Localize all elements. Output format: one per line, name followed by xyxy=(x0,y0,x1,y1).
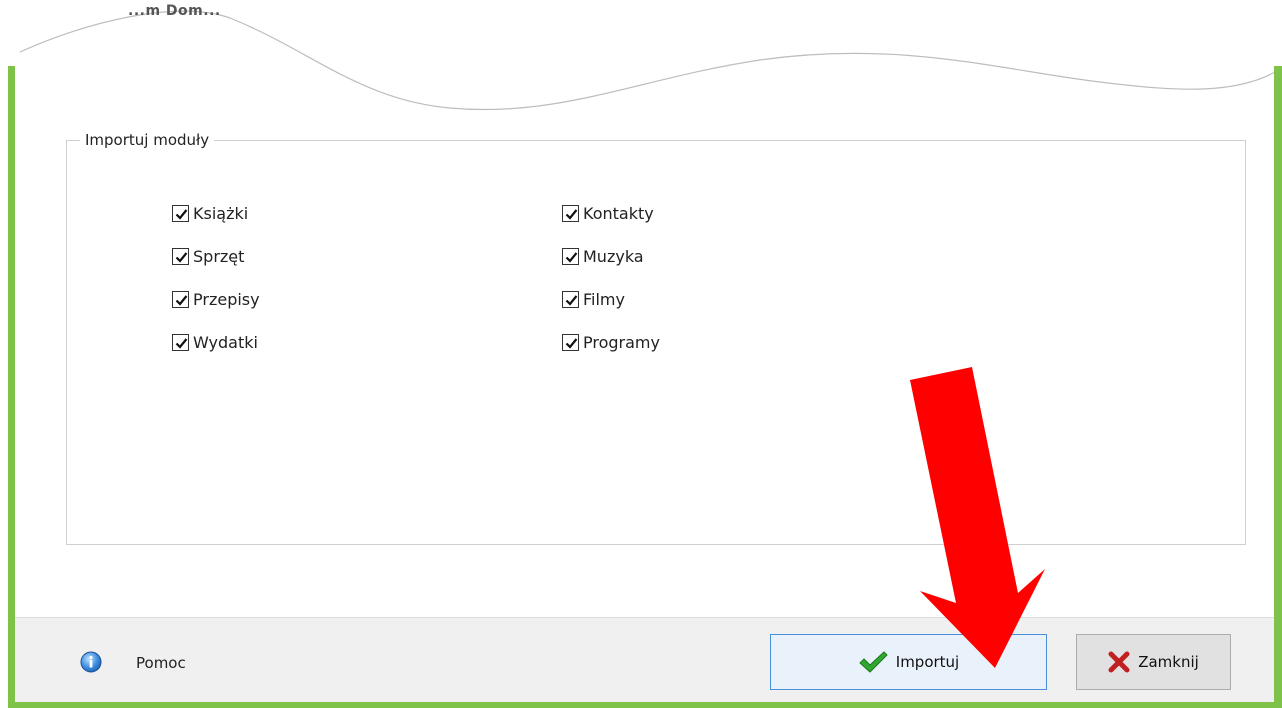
info-icon[interactable] xyxy=(80,651,102,673)
checkmark-icon xyxy=(175,337,188,349)
checkmark-icon xyxy=(175,251,188,263)
checkbox-box[interactable] xyxy=(562,247,579,265)
checkmark-icon xyxy=(565,251,578,263)
window-title-fragment: ...m Dom... xyxy=(128,3,221,19)
checkbox-label: Książki xyxy=(193,203,249,223)
checkbox-label: Kontakty xyxy=(583,203,654,223)
import-button[interactable]: Importuj xyxy=(770,634,1047,690)
checkbox-box[interactable] xyxy=(562,333,579,351)
checkbox-label: Muzyka xyxy=(583,246,644,266)
checkmark-icon xyxy=(859,651,888,673)
checkbox-label: Sprzęt xyxy=(193,246,245,266)
checkbox-recipes[interactable]: Przepisy xyxy=(172,288,260,310)
checkbox-box[interactable] xyxy=(562,290,579,308)
checkmark-icon xyxy=(175,294,188,306)
window-frame-bottom xyxy=(8,702,1282,708)
checkbox-label: Wydatki xyxy=(193,332,258,352)
close-button[interactable]: Zamknij xyxy=(1076,634,1231,690)
checkbox-box[interactable] xyxy=(172,290,189,308)
torn-paper-edge xyxy=(0,0,1282,111)
checkbox-box[interactable] xyxy=(172,247,189,265)
window-frame-left xyxy=(8,66,15,708)
checkbox-movies[interactable]: Filmy xyxy=(562,288,625,310)
checkbox-contacts[interactable]: Kontakty xyxy=(562,202,654,224)
checkbox-box[interactable] xyxy=(172,204,189,222)
checkbox-box[interactable] xyxy=(562,204,579,222)
checkmark-icon xyxy=(565,337,578,349)
help-link[interactable]: Pomoc xyxy=(136,654,186,672)
window-frame-right xyxy=(1274,66,1282,708)
import-button-label: Importuj xyxy=(895,653,960,671)
checkmark-icon xyxy=(175,208,188,220)
groupbox-title: Importuj moduły xyxy=(80,131,215,149)
checkbox-label: Przepisy xyxy=(193,289,260,309)
checkmark-icon xyxy=(565,208,578,220)
checkbox-programs[interactable]: Programy xyxy=(562,331,660,353)
checkbox-expenses[interactable]: Wydatki xyxy=(172,331,258,353)
checkbox-box[interactable] xyxy=(172,333,189,351)
checkbox-label: Programy xyxy=(583,332,660,352)
checkbox-equipment[interactable]: Sprzęt xyxy=(172,245,244,267)
x-icon xyxy=(1108,651,1130,673)
checkbox-label: Filmy xyxy=(583,289,625,309)
checkbox-music[interactable]: Muzyka xyxy=(562,245,644,267)
close-button-label: Zamknij xyxy=(1138,653,1199,671)
checkmark-icon xyxy=(565,294,578,306)
checkbox-books[interactable]: Książki xyxy=(172,202,248,224)
